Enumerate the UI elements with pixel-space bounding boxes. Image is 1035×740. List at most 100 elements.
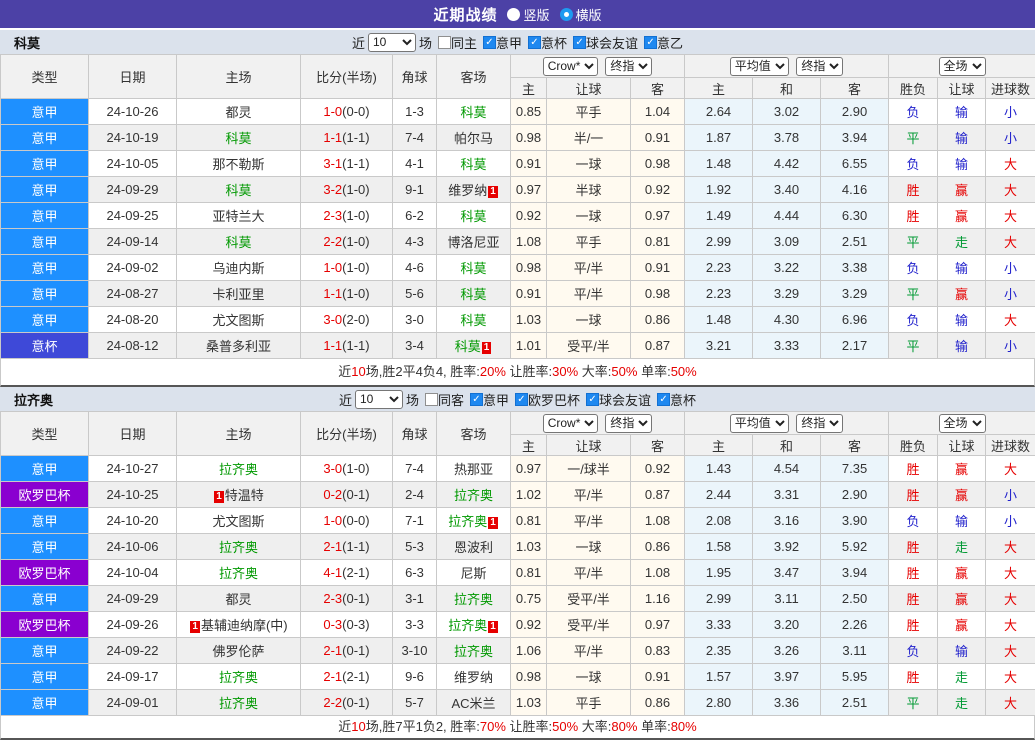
match-row: 意甲24-10-27拉齐奥3-0(1-0)7-4热那亚0.97一/球半0.921… [1,456,1035,482]
vertical-layout-radio[interactable] [507,8,520,21]
avg-stage-select[interactable]: 终指 [796,414,843,433]
handicap-cell: 一球 [547,664,631,690]
handicap-cell: 一球 [547,534,631,560]
score-cell: 0-2(0-1) [301,482,393,508]
match-row: 意甲24-10-19科莫1-1(1-1)7-4帕尔马0.98半/一0.911.8… [1,125,1035,151]
away-team-cell: 科莫1 [437,333,511,359]
avg-home-cell: 2.35 [685,638,753,664]
league-filter-checkbox[interactable] [644,36,657,49]
corner-cell: 4-3 [393,229,437,255]
home-team-cell: 科莫 [177,177,301,203]
away-team-cell: 拉齐奥 [437,482,511,508]
red-card-badge: 1 [190,621,200,633]
avg-draw-cell: 3.02 [753,99,821,125]
league-cell: 意甲 [1,664,89,690]
handicap-result-cell: 赢 [938,560,986,586]
score-cell: 1-1(1-1) [301,125,393,151]
home-team-cell: 卡利亚里 [177,281,301,307]
odds-stage-select[interactable]: 终指 [605,57,652,76]
league-filter-checkbox[interactable] [483,36,496,49]
avg-home-cell: 2.23 [685,255,753,281]
summary-text: 10 [351,364,365,379]
odds-away-cell: 0.83 [631,638,685,664]
odds-group-header: Crow* 终指 [511,55,685,78]
league-cell: 意甲 [1,638,89,664]
match-row: 意甲24-08-27卡利亚里1-1(1-0)5-6科莫0.91平/半0.982.… [1,281,1035,307]
near-label: 近 [352,33,365,52]
match-row: 意甲24-09-22佛罗伦萨2-1(0-1)3-10拉齐奥1.06平/半0.83… [1,638,1035,664]
col-header-avg-draw: 和 [753,78,821,99]
avg-home-cell: 2.99 [685,229,753,255]
summary-text: 50% [671,364,697,379]
league-filter-checkbox[interactable] [573,36,586,49]
score-cell: 1-0(0-0) [301,99,393,125]
handicap-cell: 平手 [547,99,631,125]
handicap-cell: 受平/半 [547,333,631,359]
handicap-result-cell: 赢 [938,482,986,508]
handicap-cell: 一球 [547,203,631,229]
odds-stage-select[interactable]: 终指 [605,414,652,433]
team-name: 拉齐奥 [454,488,493,503]
odds-away-cell: 0.91 [631,255,685,281]
score-cell: 2-2(0-1) [301,690,393,716]
games-count-select[interactable]: 10 [368,33,416,52]
match-row: 意甲24-10-06拉齐奥2-1(1-1)5-3恩波利1.03一球0.861.5… [1,534,1035,560]
result-cell: 负 [889,151,938,177]
average-select[interactable]: 平均值 [730,414,789,433]
halftime-score: (1-1) [342,156,369,171]
league-filter-checkbox[interactable] [528,36,541,49]
handicap-result-cell: 输 [938,508,986,534]
avg-home-cell: 2.99 [685,586,753,612]
score-cell: 3-1(1-1) [301,151,393,177]
same-venue-checkbox[interactable] [425,393,438,406]
date-cell: 24-09-26 [89,612,177,638]
avg-away-cell: 3.94 [821,560,889,586]
avg-home-cell: 2.44 [685,482,753,508]
odds-home-cell: 1.03 [511,690,547,716]
horizontal-layout-label: 横版 [576,5,602,24]
horizontal-layout-radio[interactable] [560,8,573,21]
bookmaker-select[interactable]: Crow* [543,414,598,433]
avg-home-cell: 1.87 [685,125,753,151]
same-venue-checkbox[interactable] [438,36,451,49]
goals-result-cell: 大 [986,560,1035,586]
home-team-cell: 拉齐奥 [177,534,301,560]
date-cell: 24-09-14 [89,229,177,255]
goals-result-cell: 大 [986,664,1035,690]
bookmaker-select[interactable]: Crow* [543,57,598,76]
avg-stage-select[interactable]: 终指 [796,57,843,76]
handicap-result-cell: 输 [938,638,986,664]
team-name: 那不勒斯 [212,157,264,172]
league-filter-checkbox[interactable] [657,393,670,406]
col-header-handicap-result: 让球 [938,78,986,99]
avg-away-cell: 2.51 [821,690,889,716]
avg-away-cell: 5.95 [821,664,889,690]
match-row: 欧罗巴杯24-09-261基辅迪纳摩(中)0-3(0-3)3-3拉齐奥10.92… [1,612,1035,638]
handicap-result-cell: 走 [938,229,986,255]
result-cell: 平 [889,281,938,307]
avg-draw-cell: 3.22 [753,255,821,281]
col-header-odds-away: 客 [631,78,685,99]
games-count-select[interactable]: 10 [355,390,403,409]
avg-home-cell: 1.48 [685,151,753,177]
match-row: 欧罗巴杯24-10-251特温特0-2(0-1)2-4拉齐奥1.02平/半0.8… [1,482,1035,508]
league-filter-checkbox[interactable] [470,393,483,406]
fulltime-select[interactable]: 全场 [939,414,986,433]
vertical-layout-label: 竖版 [523,5,549,24]
corner-cell: 4-1 [393,151,437,177]
league-cell: 意杯 [1,333,89,359]
average-select[interactable]: 平均值 [730,57,789,76]
league-filter-checkbox[interactable] [586,393,599,406]
goals-result-cell: 小 [986,482,1035,508]
result-cell: 负 [889,508,938,534]
avg-away-cell: 6.55 [821,151,889,177]
odds-home-cell: 0.97 [511,177,547,203]
league-filter-label: 球会友谊 [599,390,651,409]
league-filter-checkbox[interactable] [515,393,528,406]
halftime-score: (0-1) [342,591,369,606]
team-name: 佛罗伦萨 [212,644,264,659]
corner-cell: 7-4 [393,125,437,151]
handicap-result-cell: 输 [938,333,986,359]
fulltime-select[interactable]: 全场 [939,57,986,76]
date-cell: 24-09-25 [89,203,177,229]
